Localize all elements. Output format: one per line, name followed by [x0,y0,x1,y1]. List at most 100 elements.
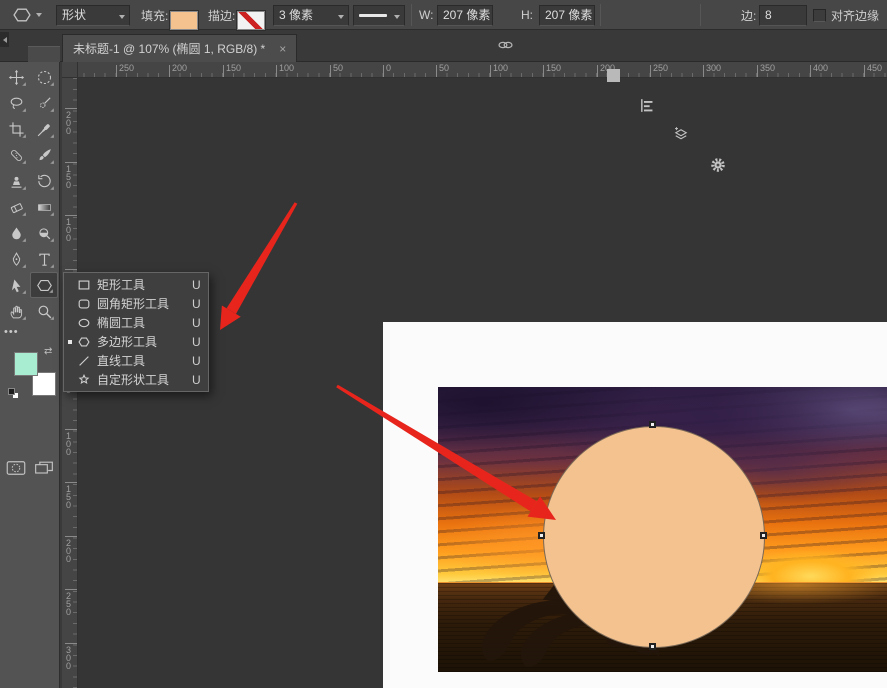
shape-tool-menu: 矩形工具U圆角矩形工具U椭圆工具U多边形工具U直线工具U自定形状工具U [63,272,209,392]
document-tab[interactable]: 未标题-1 @ 107% (椭圆 1, RGB/8) * × [62,34,297,62]
width-field[interactable]: 207 像素 [437,0,493,30]
ruler-label: 50 [333,63,343,73]
link-dimensions-icon[interactable] [497,30,887,60]
transform-handle-right[interactable] [760,532,767,539]
lasso-tool[interactable] [2,90,30,116]
ruler-tick [65,215,77,216]
menu-item-polygon-tool[interactable]: 多边形工具U [64,332,208,351]
shape-tool[interactable] [30,272,58,298]
ruler-label: 150 [226,63,241,73]
type-icon [36,251,53,268]
tool-mode-select[interactable]: 形状 [56,0,130,30]
menu-item-rect-tool[interactable]: 矩形工具U [64,275,208,294]
shape-settings-button[interactable] [709,150,887,180]
eyedropper-icon [36,121,53,138]
menu-item-custom-shape-tool[interactable]: 自定形状工具U [64,370,208,389]
type-tool[interactable] [30,246,58,272]
sides-field[interactable]: 8 [759,0,807,30]
marquee-icon [36,69,53,86]
eyedropper-tool[interactable] [30,116,58,142]
menu-item-label: 矩形工具 [97,276,192,293]
eraser-tool[interactable] [2,194,30,220]
active-tool-marker [67,378,75,382]
rect-icon [77,278,91,292]
ruler-label: 300 [66,646,71,670]
transform-handle-bottom[interactable] [649,643,656,650]
ruler-label: 250 [66,592,71,616]
stroke-width-select[interactable]: 3 像素 [273,0,349,30]
path-selection-tool[interactable] [2,272,30,298]
move-tool[interactable] [2,64,30,90]
polygon-icon [77,335,91,349]
default-colors-icon[interactable] [8,388,20,400]
gradient-tool[interactable] [30,194,58,220]
ruler-label: 150 [546,63,561,73]
foreground-color-swatch[interactable] [14,352,38,376]
zoom-tool[interactable] [30,298,58,324]
crop-tool[interactable] [2,116,30,142]
active-tool-marker [67,283,75,287]
ruler-label: 50 [439,63,449,73]
marquee-tool[interactable] [30,64,58,90]
pen-tool[interactable] [2,246,30,272]
path-operations-button[interactable] [607,60,887,90]
zoom-icon [36,303,53,320]
transform-handle-top[interactable] [649,421,656,428]
blur-tool[interactable] [2,220,30,246]
chevron-down-icon [338,15,344,19]
ruler-label: 0 [386,63,391,73]
path-arrangement-button[interactable] [672,120,887,150]
brush-tool[interactable] [30,142,58,168]
ruler-tick [65,482,77,483]
panel-collapse-button[interactable] [0,32,9,47]
crop-icon [8,121,25,138]
menu-item-line-tool[interactable]: 直线工具U [64,351,208,370]
screen-mode-button[interactable] [34,460,54,479]
swap-colors-icon[interactable]: ⇄ [44,346,52,357]
ruler-tick [543,65,544,77]
tools-grid [2,64,58,324]
color-swatches: ⇄ [0,344,60,464]
quick-selection-tool[interactable] [30,90,58,116]
menu-item-shortcut: U [192,316,208,330]
menu-item-shortcut: U [192,354,208,368]
transform-handle-left[interactable] [538,532,545,539]
ruler-label: 250 [119,63,134,73]
lasso-icon [8,95,25,112]
fill-swatch[interactable] [170,5,198,35]
separator [600,4,601,26]
height-value: 207 像素 [545,8,592,22]
menu-item-rounded-rect-tool[interactable]: 圆角矩形工具U [64,294,208,313]
align-icon [639,97,656,114]
edit-toolbar-button[interactable]: ••• [4,326,19,338]
chevron-down-icon [36,13,42,17]
ruler-label: 100 [66,218,71,242]
ruler-tick [383,65,384,77]
document-canvas[interactable] [383,322,887,688]
hexagon-icon [36,277,53,294]
ruler-tick [436,65,437,77]
ruler-label: 150 [66,485,71,509]
stroke-swatch[interactable] [237,5,265,35]
ruler-label: 100 [66,432,71,456]
brush-icon [36,147,53,164]
healing-brush-tool[interactable] [2,142,30,168]
history-brush-tool[interactable] [30,168,58,194]
ruler-label: 100 [279,63,294,73]
align-edges-checkbox[interactable] [813,0,826,30]
menu-item-ellipse-tool[interactable]: 椭圆工具U [64,313,208,332]
height-field[interactable]: 207 像素 [539,0,595,30]
dodge-tool[interactable] [30,220,58,246]
ruler-origin-corner[interactable] [62,62,78,78]
hand-tool[interactable] [2,298,30,324]
ruler-label: 200 [66,539,71,563]
path-alignment-button[interactable] [639,90,887,120]
ruler-tick [65,643,77,644]
ellipse-shape-layer[interactable] [543,426,765,648]
menu-item-label: 多边形工具 [97,333,192,350]
ellipse-icon [77,316,91,330]
clone-stamp-tool[interactable] [2,168,30,194]
close-tab-icon[interactable]: × [279,43,286,55]
stroke-style-select[interactable] [353,0,405,30]
quick-mask-button[interactable] [6,460,26,479]
